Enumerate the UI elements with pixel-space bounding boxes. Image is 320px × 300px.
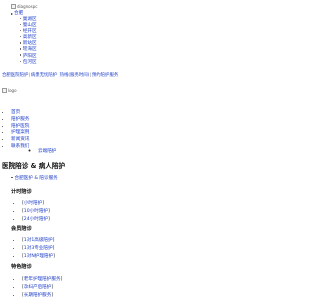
nav-item-cases[interactable]: 护理案例: [11, 129, 29, 136]
service-list: [老年护理陪护服务] [孕妇产后陪护] [长期陪护服务]: [22, 275, 62, 299]
top-link-3[interactable]: 预约陪护服务: [92, 73, 118, 78]
site-logo[interactable]: logo: [2, 88, 17, 93]
service-item[interactable]: [10小时陪护]: [22, 207, 50, 215]
nav-item-contact[interactable]: 联系我们: [11, 143, 29, 150]
location-item[interactable]: 包河区: [18, 60, 37, 66]
service-item[interactable]: [小时陪护]: [22, 199, 50, 207]
service-item[interactable]: [孕妇产后陪护]: [22, 283, 62, 291]
nav-item-services[interactable]: 陪护服务: [11, 116, 29, 123]
nav-submenu: 云端陪护: [38, 149, 56, 155]
image-icon: [11, 4, 16, 9]
service-item[interactable]: [24小时陪护]: [22, 215, 50, 223]
section-title: 特色陪诊: [11, 264, 32, 270]
top-links-bar: 合肥医院陪护|病患无忧陪护 热线(服务时间)|预约陪护服务: [2, 73, 119, 78]
section-title: 会员陪诊: [11, 226, 32, 232]
section-title: 计时陪诊: [11, 189, 32, 195]
bullet-icon: [11, 176, 13, 179]
site-banner-image: diagnospc: [11, 4, 37, 9]
service-item[interactable]: [长期陪护服务]: [22, 291, 62, 299]
top-link-1[interactable]: 合肥医院陪护: [2, 73, 28, 78]
location-list: 巢湖区 蜀山区 经开区 高新区 新站区 瑶海区 庐阳区 包河区: [18, 17, 37, 66]
breadcrumb: 合肥医护 & 陪诊服务: [11, 175, 58, 181]
city-selector[interactable]: ▸ 合肥: [11, 10, 23, 17]
nav-item-news[interactable]: 新闻资讯: [11, 136, 29, 143]
service-item[interactable]: [老年护理陪护服务]: [22, 275, 62, 283]
nav-subitem[interactable]: 云端陪护: [38, 149, 56, 155]
hotline-text: 热线(服务时间): [59, 73, 90, 78]
top-link-2[interactable]: 病患无忧陪护: [31, 73, 57, 78]
service-list: [1对1高级陪护] [1对3专业陪护] [1对N护理陪护]: [22, 236, 55, 260]
service-item[interactable]: [1对1高级陪护]: [22, 236, 55, 244]
nav-item-hospitals[interactable]: 陪护医院: [11, 123, 29, 130]
main-nav: 首页 陪护服务 陪护医院 护理案例 新闻资讯 联系我们: [11, 109, 29, 150]
page-title: 医院陪诊 & 病人陪护: [2, 162, 66, 170]
location-pin-icon: ▸: [11, 10, 14, 16]
image-icon: [2, 88, 7, 93]
service-item[interactable]: [1对3专业陪护]: [22, 244, 55, 252]
nav-item-home[interactable]: 首页: [11, 109, 29, 116]
service-list: [小时陪护] [10小时陪护] [24小时陪护]: [22, 199, 50, 223]
service-item[interactable]: [1对N护理陪护]: [22, 252, 55, 260]
